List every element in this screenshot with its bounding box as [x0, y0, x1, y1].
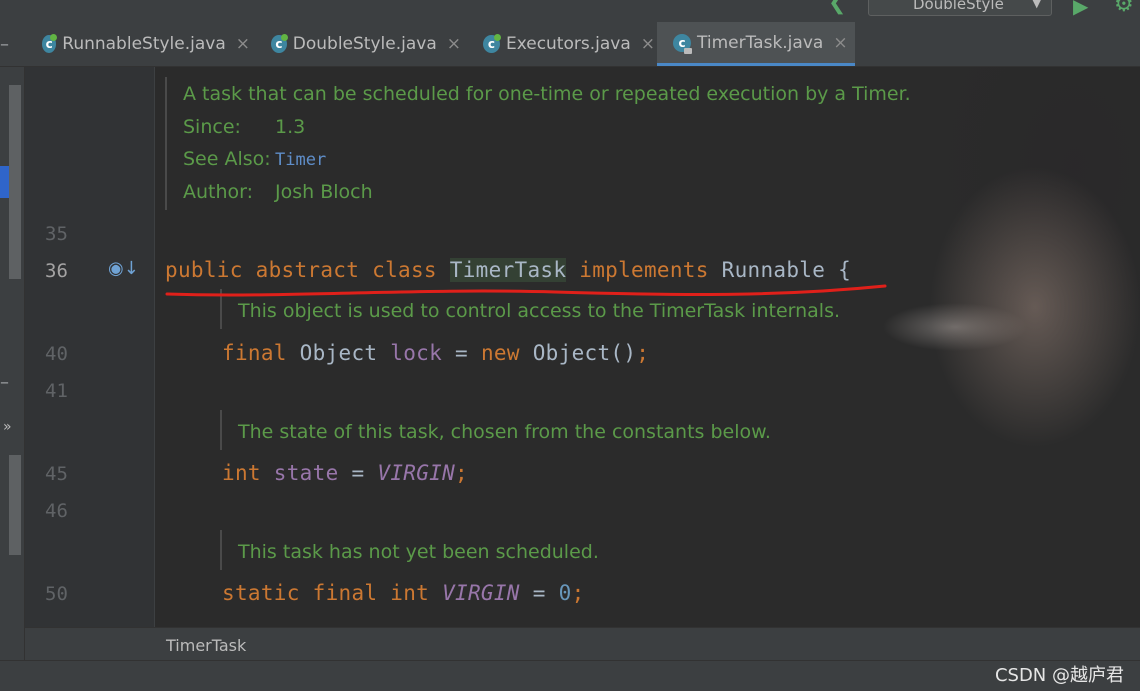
- operator: =: [455, 341, 468, 365]
- doc-border: [220, 410, 222, 450]
- keyword: abstract: [255, 258, 360, 282]
- line-number: 35: [45, 223, 68, 245]
- hammer-icon[interactable]: ❮: [828, 0, 846, 15]
- constant-ref: VIRGIN: [377, 461, 456, 485]
- lock-declaration: final Object lock = new Object();: [222, 341, 649, 365]
- line-number: 46: [45, 500, 68, 522]
- scrollbar[interactable]: [9, 455, 21, 555]
- scrollbar[interactable]: [9, 85, 21, 279]
- tab-executors[interactable]: c Executors.java ×: [483, 22, 655, 66]
- state-doc: The state of this task, chosen from the …: [238, 421, 771, 443]
- run-icon[interactable]: ▶: [1073, 0, 1088, 18]
- java-class-icon: c: [483, 34, 501, 53]
- tab-label: Executors.java: [505, 34, 631, 54]
- interface-name: Runnable: [721, 258, 826, 282]
- line-number: 36: [45, 260, 68, 282]
- constant-name: VIRGIN: [442, 581, 520, 605]
- tab-label: DoubleStyle.java: [292, 34, 437, 54]
- breadcrumb-item[interactable]: TimerTask: [166, 636, 246, 655]
- brace: {: [838, 258, 852, 282]
- virgin-declaration: static final int VIRGIN = 0;: [222, 581, 585, 605]
- left-tool-strip: – »: [0, 67, 25, 660]
- background-image: [775, 67, 1140, 627]
- tab-doublestyle[interactable]: c DoubleStyle.java ×: [271, 22, 461, 66]
- collapse-icon[interactable]: –: [0, 372, 9, 393]
- class-doc-see-also: See Also: Timer: [183, 148, 326, 170]
- close-icon[interactable]: ×: [641, 34, 655, 54]
- operator: =: [351, 461, 365, 485]
- line-number: 45: [45, 463, 68, 485]
- constructor-call: Object(): [532, 341, 637, 365]
- keyword: new: [480, 341, 520, 365]
- tab-runnablestyle[interactable]: c RunnableStyle.java ×: [40, 22, 250, 66]
- keyword: static: [222, 581, 300, 605]
- keyword: int: [222, 461, 261, 485]
- java-class-icon: c: [42, 34, 58, 53]
- class-doc-author: Author: Josh Bloch: [183, 181, 373, 203]
- author-value: Josh Bloch: [275, 181, 373, 203]
- class-name: TimerTask: [449, 258, 567, 282]
- tab-label: RunnableStyle.java: [62, 34, 226, 54]
- line-number-gutter: 35 36 40 41 45 46 50: [25, 67, 155, 627]
- author-label: Author:: [183, 181, 254, 203]
- tab-label: TimerTask.java: [697, 32, 824, 53]
- since-label: Since:: [183, 116, 241, 138]
- field-name: state: [273, 461, 339, 485]
- line-number: 50: [45, 583, 68, 605]
- java-class-locked-icon: c: [673, 33, 692, 54]
- status-bar: CSDN @越庐君: [0, 660, 1140, 691]
- close-icon[interactable]: ×: [447, 34, 461, 54]
- chevron-down-icon: ▼: [1032, 0, 1041, 10]
- keyword: implements: [579, 258, 709, 282]
- line-number: 40: [45, 343, 68, 365]
- virgin-doc: This task has not yet been scheduled.: [238, 541, 599, 563]
- selected-indicator: [0, 166, 9, 198]
- implements-gutter-icon[interactable]: ◉↓: [108, 258, 139, 279]
- keyword: final: [222, 341, 287, 365]
- red-underline-annotation: [165, 284, 887, 297]
- semicolon: ;: [455, 461, 468, 485]
- code-editor[interactable]: A task that can be scheduled for one-tim…: [155, 67, 1140, 627]
- operator: =: [532, 581, 546, 605]
- semicolon: ;: [636, 341, 650, 365]
- doc-border: [220, 530, 222, 570]
- number-literal: 0: [558, 581, 572, 605]
- type: Object: [299, 341, 378, 365]
- keyword: class: [372, 258, 437, 282]
- see-also-label: See Also:: [183, 148, 271, 170]
- main-toolbar: ❮ DoubleStyle ▼ ▶ ⚙: [0, 0, 1140, 22]
- close-icon[interactable]: ×: [833, 33, 847, 53]
- close-icon[interactable]: ×: [236, 34, 250, 54]
- debug-icon[interactable]: ⚙: [1114, 0, 1134, 17]
- editor-tab-bar: – c RunnableStyle.java × c DoubleStyle.j…: [0, 22, 1140, 67]
- more-icon[interactable]: »: [3, 419, 12, 435]
- line-number: 41: [45, 380, 68, 402]
- semicolon: ;: [571, 581, 585, 605]
- collapse-icon[interactable]: –: [0, 34, 12, 55]
- run-config-select[interactable]: DoubleStyle ▼: [868, 0, 1052, 16]
- keyword: final: [312, 581, 378, 605]
- class-doc-description: A task that can be scheduled for one-tim…: [183, 83, 911, 105]
- run-config-label: DoubleStyle: [913, 0, 1004, 13]
- lock-doc: This object is used to control access to…: [238, 300, 841, 322]
- tab-timertask[interactable]: c TimerTask.java ×: [657, 22, 855, 66]
- breadcrumb: TimerTask: [25, 627, 1140, 661]
- field-name: lock: [390, 341, 443, 365]
- since-value: 1.3: [275, 116, 306, 138]
- state-declaration: int state = VIRGIN;: [222, 461, 468, 485]
- java-class-icon: c: [271, 34, 288, 53]
- see-also-link[interactable]: Timer: [275, 150, 326, 170]
- class-declaration: public abstract class TimerTask implemen…: [165, 258, 851, 282]
- keyword: public: [165, 258, 243, 282]
- doc-border: [165, 77, 167, 210]
- watermark: CSDN @越庐君: [994, 665, 1124, 686]
- keyword: int: [390, 581, 430, 605]
- class-doc-since: Since: 1.3: [183, 116, 305, 138]
